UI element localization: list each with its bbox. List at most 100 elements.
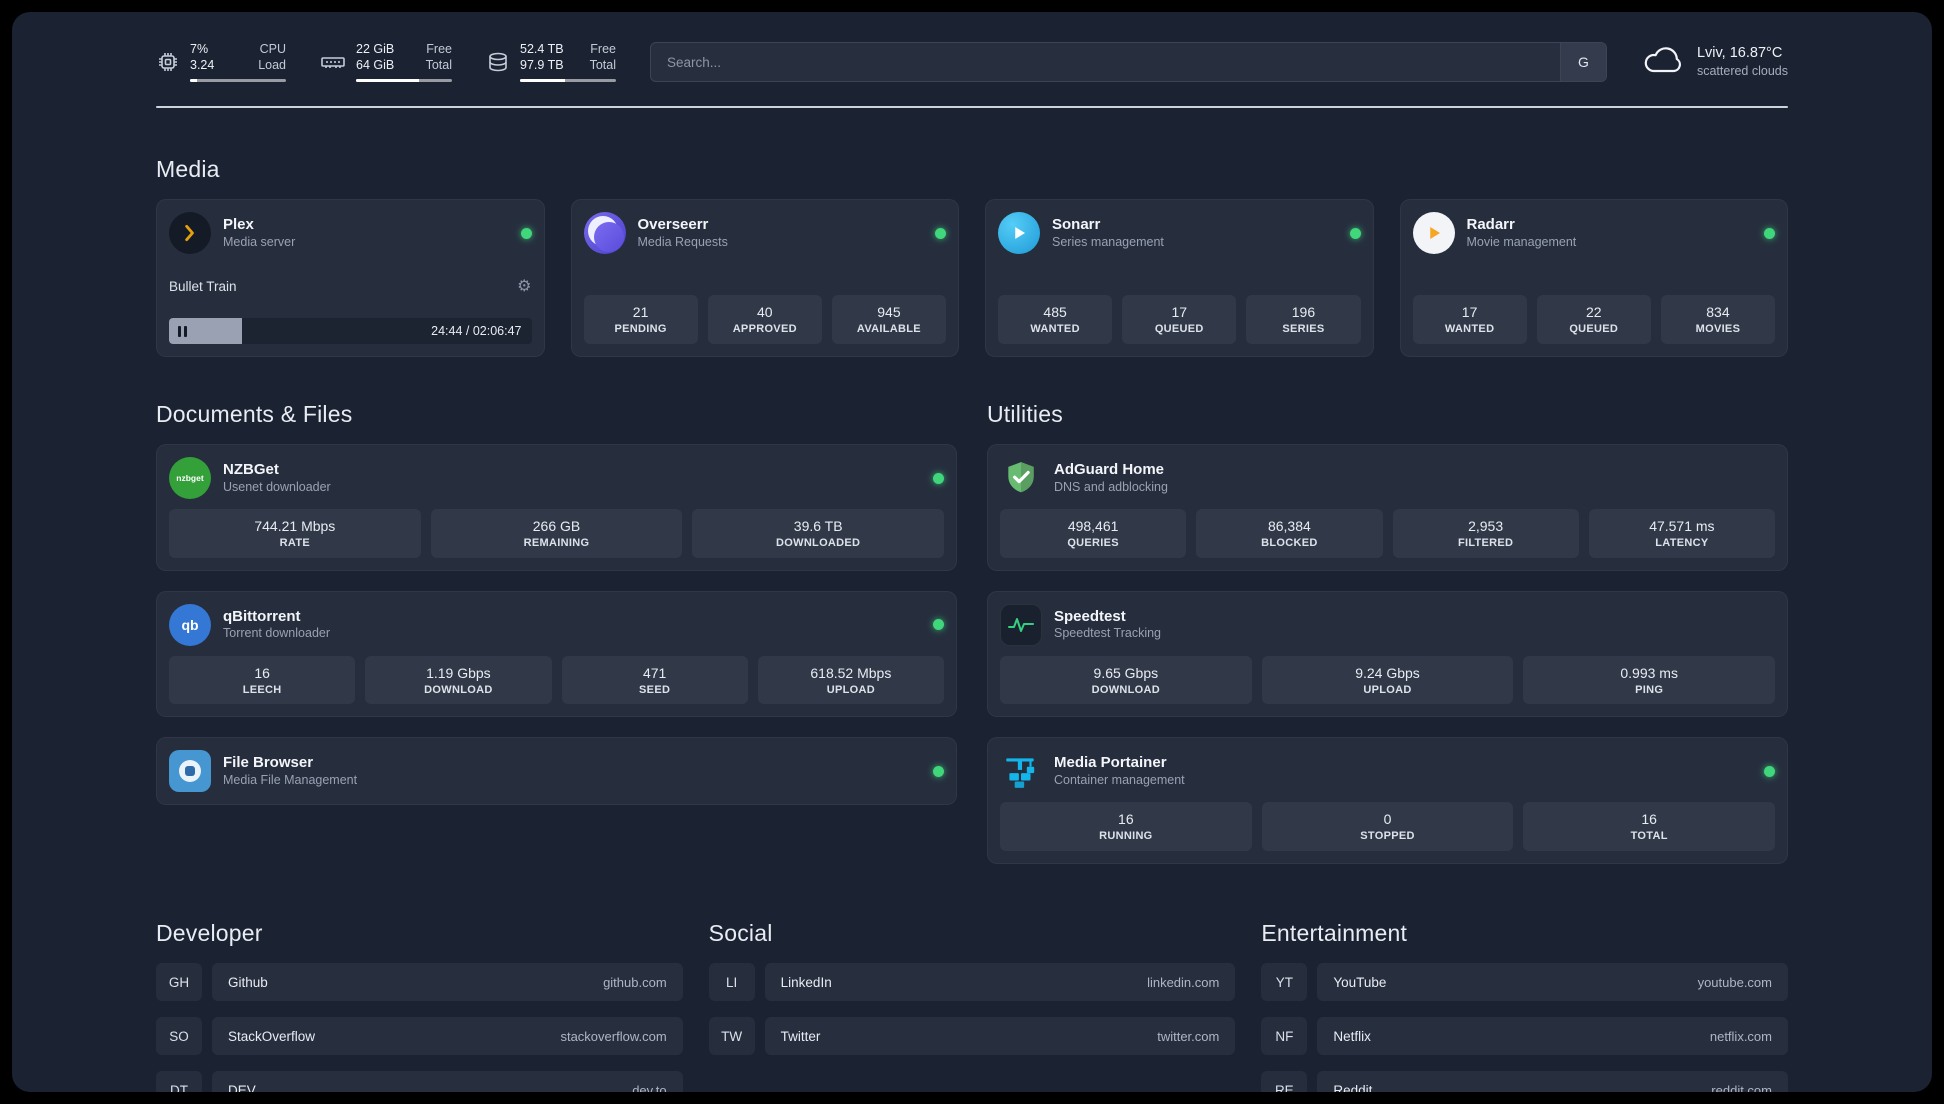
memory-icon	[320, 50, 346, 74]
stat-value: 9.65 Gbps	[1093, 664, 1159, 681]
section-title-entertainment: Entertainment	[1261, 920, 1408, 947]
service-card-sonarr[interactable]: Sonarr Series management 485 WANTED 17 Q…	[985, 199, 1374, 357]
pause-icon[interactable]	[178, 325, 187, 337]
stat-value: 618.52 Mbps	[810, 664, 892, 681]
cpu-icon	[156, 50, 180, 74]
bookmark-stackoverflow[interactable]: SO StackOverflow stackoverflow.com	[156, 1017, 683, 1056]
bookmark-name: Github	[228, 974, 268, 990]
section-title-documents: Documents & Files	[156, 401, 353, 427]
disk-widget: 52.4 TB Free 97.9 TB Total	[486, 42, 616, 82]
stat-label: REMAINING	[523, 536, 590, 549]
stat-value: 47.571 ms	[1649, 518, 1715, 534]
stat-series: 196 SERIES	[1246, 295, 1361, 344]
service-card-adguard[interactable]: AdGuard Home DNS and adblocking 498,461 …	[987, 444, 1788, 571]
stat-value: 22	[1585, 304, 1602, 321]
cpu-load-label: Load	[258, 58, 286, 72]
overseerr-icon	[583, 212, 626, 254]
stat-label: LEECH	[242, 683, 282, 696]
stat-running: 16 RUNNING	[1000, 802, 1252, 852]
service-name: qBittorrent	[223, 607, 301, 625]
stat-value: 1.19 Gbps	[426, 664, 491, 681]
stat-value: 40	[756, 304, 773, 321]
stat-download: 1.19 Gbps DOWNLOAD	[365, 655, 552, 705]
stat-value: 0	[1383, 811, 1392, 828]
search-input[interactable]	[651, 43, 1560, 81]
stat-label: UPLOAD	[1363, 683, 1412, 696]
bookmark-domain: netflix.com	[1709, 1028, 1772, 1044]
memory-total-value: 64 GiB	[356, 58, 395, 72]
stat-label: WANTED	[1444, 323, 1495, 336]
service-card-nzbget[interactable]: nzbget NZBGet Usenet downloader 744.21 M…	[156, 444, 957, 571]
bookmark-twitter[interactable]: TW Twitter twitter.com	[708, 1017, 1236, 1056]
player-time: 24:44 / 02:06:47	[431, 324, 522, 338]
service-name: Media Portainer	[1054, 754, 1167, 772]
bookmark-netflix[interactable]: NF Netflix netflix.com	[1261, 1017, 1788, 1056]
stat-label: AVAILABLE	[856, 323, 921, 336]
cpu-percent: 7%	[190, 42, 209, 57]
service-card-speedtest[interactable]: Speedtest Speedtest Tracking 9.65 Gbps D…	[987, 590, 1788, 718]
service-subtitle: Movie management	[1466, 234, 1577, 249]
stat-filtered: 2,953 FILTERED	[1392, 509, 1579, 558]
player-progress-bar[interactable]: 24:44 / 02:06:47	[169, 318, 532, 344]
service-name: Speedtest	[1054, 607, 1126, 625]
bookmark-domain: linkedin.com	[1147, 974, 1220, 990]
stat-rate: 744.21 Mbps RATE	[169, 509, 421, 558]
stat-total: 16 TOTAL	[1523, 802, 1776, 852]
adguard-icon	[1000, 457, 1042, 499]
stat-downloaded: 39.6 TB DOWNLOADED	[692, 509, 945, 558]
stat-label: PING	[1635, 683, 1664, 696]
stat-label: RATE	[279, 536, 310, 549]
stat-label: MOVIES	[1695, 323, 1741, 336]
filebrowser-icon	[169, 750, 211, 793]
service-name: Sonarr	[1052, 215, 1101, 233]
bookmark-youtube[interactable]: YT YouTube youtube.com	[1261, 963, 1788, 1002]
dashboard: 7% CPU 3.24 Load 22 GiB Free 64 GiB Tota…	[12, 12, 1932, 1092]
service-card-overseerr[interactable]: Overseerr Media Requests 21 PENDING 40 A…	[570, 199, 959, 357]
stat-available: 945 AVAILABLE	[831, 295, 947, 344]
bookmark-abbr: TW	[708, 1017, 755, 1056]
stat-value: 16	[254, 664, 270, 681]
disk-icon	[486, 50, 510, 74]
bookmark-linkedin[interactable]: LI LinkedIn linkedin.com	[708, 963, 1236, 1002]
service-card-filebrowser[interactable]: File Browser Media File Management	[156, 737, 957, 806]
bookmark-reddit[interactable]: RE Reddit reddit.com	[1261, 1071, 1788, 1092]
search-provider-button[interactable]: G	[1559, 43, 1606, 81]
service-name: Overseerr	[637, 215, 709, 233]
section-title-utilities: Utilities	[987, 401, 1063, 427]
stat-value: 2,953	[1468, 518, 1504, 534]
section-title-social: Social	[708, 920, 773, 947]
stat-value: 744.21 Mbps	[254, 518, 336, 534]
service-card-portainer[interactable]: Media Portainer Container management 16 …	[987, 737, 1788, 865]
portainer-icon	[1000, 750, 1042, 792]
service-card-qbittorrent[interactable]: qb qBittorrent Torrent downloader 16 LEE…	[156, 590, 957, 718]
weather-condition: scattered clouds	[1696, 64, 1788, 79]
service-card-plex[interactable]: Plex Media server Bullet Train ⚙ 24:44 /…	[156, 199, 545, 357]
stat-label: DOWNLOAD	[1091, 683, 1161, 696]
service-card-radarr[interactable]: Radarr Movie management 17 WANTED 22 QUE…	[1399, 199, 1788, 357]
bookmark-abbr: YT	[1261, 963, 1308, 1002]
stat-label: SERIES	[1282, 323, 1325, 336]
weather-widget: Lviv, 16.87°C scattered clouds	[1641, 44, 1788, 81]
stat-upload: 618.52 Mbps UPLOAD	[757, 655, 944, 705]
service-subtitle: Speedtest Tracking	[1054, 626, 1162, 641]
stat-upload: 9.24 Gbps UPLOAD	[1261, 655, 1514, 705]
bookmark-name: DEV	[228, 1082, 256, 1092]
bookmark-github[interactable]: GH Github github.com	[156, 963, 683, 1002]
memory-free-value: 22 GiB	[356, 42, 395, 57]
service-subtitle: Media File Management	[223, 773, 358, 788]
cloud-icon	[1641, 44, 1685, 81]
stat-remaining: 266 GB REMAINING	[430, 509, 683, 558]
bookmark-domain: dev.to	[632, 1082, 667, 1092]
stat-value: 21	[632, 304, 649, 321]
status-dot-online	[1349, 227, 1361, 239]
stat-value: 945	[877, 304, 901, 321]
stat-label: PENDING	[614, 323, 667, 336]
memory-usage-bar	[356, 78, 452, 82]
bookmark-dev[interactable]: DT DEV dev.to	[156, 1071, 683, 1092]
stat-label: TOTAL	[1630, 830, 1668, 843]
bookmark-name: Twitter	[780, 1028, 821, 1044]
bookmark-domain: twitter.com	[1157, 1028, 1220, 1044]
section-title-media: Media	[156, 156, 220, 182]
player-settings-gear-icon[interactable]: ⚙	[517, 276, 531, 296]
service-name: Radarr	[1466, 215, 1515, 233]
